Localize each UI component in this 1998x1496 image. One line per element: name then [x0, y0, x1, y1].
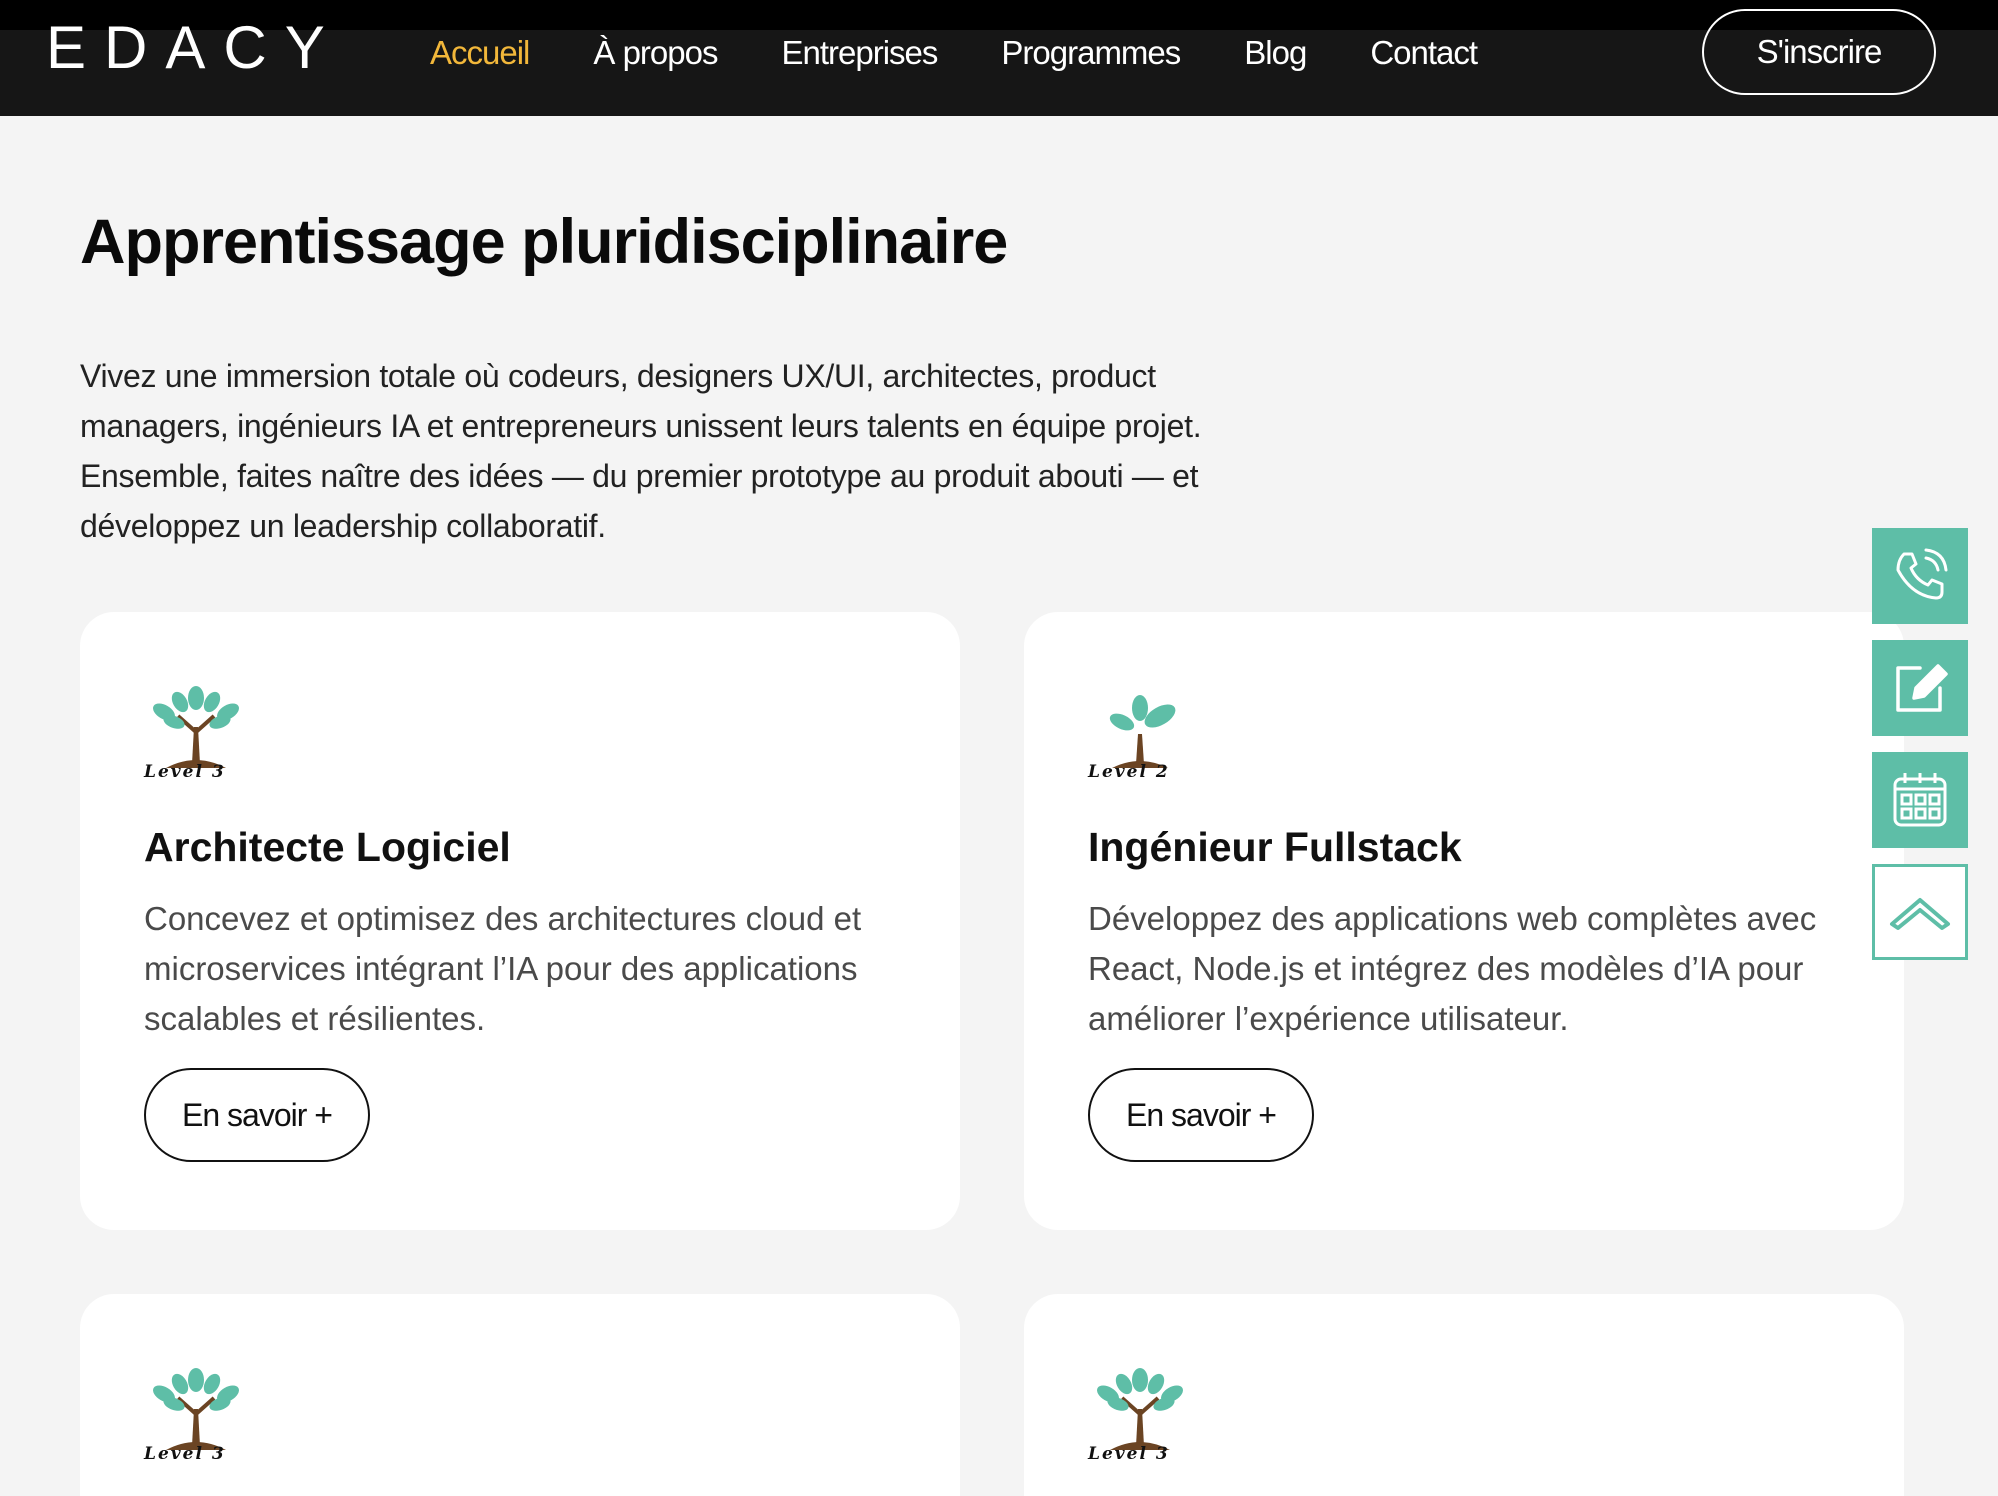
- main-content: Apprentissage pluridisciplinaire Vivez u…: [0, 116, 1998, 1496]
- signup-button[interactable]: S'inscrire: [1702, 9, 1936, 95]
- card-description: Développez des applications web complète…: [1088, 900, 1817, 1037]
- learn-more-button[interactable]: En savoir +: [1088, 1068, 1314, 1162]
- chevron-up-icon: [1890, 898, 1950, 930]
- section-title: Apprentissage pluridisciplinaire: [80, 207, 1008, 277]
- calendar-button[interactable]: [1872, 752, 1968, 848]
- navbar: EDACY Accueil À propos Entreprises Progr…: [0, 9, 1998, 116]
- tree-level-3-icon: [153, 686, 239, 768]
- nav-link-entreprises[interactable]: Entreprises: [781, 30, 938, 76]
- nav-link-programmes[interactable]: Programmes: [1001, 30, 1181, 76]
- nav-link-contact[interactable]: Contact: [1370, 30, 1478, 76]
- nav-link-a-propos[interactable]: À propos: [593, 30, 718, 76]
- nav-link-blog[interactable]: Blog: [1244, 30, 1307, 76]
- program-card: Level 3: [80, 1294, 960, 1496]
- edacy-logo[interactable]: EDACY: [46, 18, 343, 78]
- scroll-to-top-button[interactable]: [1872, 864, 1968, 960]
- level-label: Level 3: [1088, 1444, 1170, 1464]
- main-nav: Accueil À propos Entreprises Programmes …: [430, 30, 1541, 76]
- calendar-icon: [1893, 773, 1947, 827]
- edit-button[interactable]: [1872, 640, 1968, 736]
- phone-button[interactable]: [1872, 528, 1968, 624]
- nav-link-accueil[interactable]: Accueil: [430, 30, 530, 76]
- tree-level-2-icon: [1109, 695, 1176, 768]
- tree-level-3-icon: [1097, 1368, 1183, 1450]
- level-label: Level 3: [144, 1444, 226, 1464]
- program-card: Level 3: [1024, 1294, 1904, 1496]
- card-description: Concevez et optimisez des architectures …: [144, 900, 862, 1037]
- card-title: Ingénieur Fullstack: [1088, 824, 1462, 870]
- program-card-architecte: Level 3 Architecte Logiciel Concevez et …: [80, 612, 960, 1230]
- tree-level-3-icon: [153, 1368, 239, 1450]
- section-intro: Vivez une immersion totale où codeurs, d…: [80, 358, 1202, 544]
- level-label: Level 2: [1088, 762, 1170, 782]
- phone-icon: [1896, 548, 1948, 600]
- learn-more-button[interactable]: En savoir +: [144, 1068, 370, 1162]
- level-label: Level 3: [144, 762, 226, 782]
- card-title: Architecte Logiciel: [144, 824, 511, 870]
- program-card-fullstack: Level 2 Ingénieur Fullstack Développez d…: [1024, 612, 1904, 1230]
- edit-icon: [1896, 664, 1948, 712]
